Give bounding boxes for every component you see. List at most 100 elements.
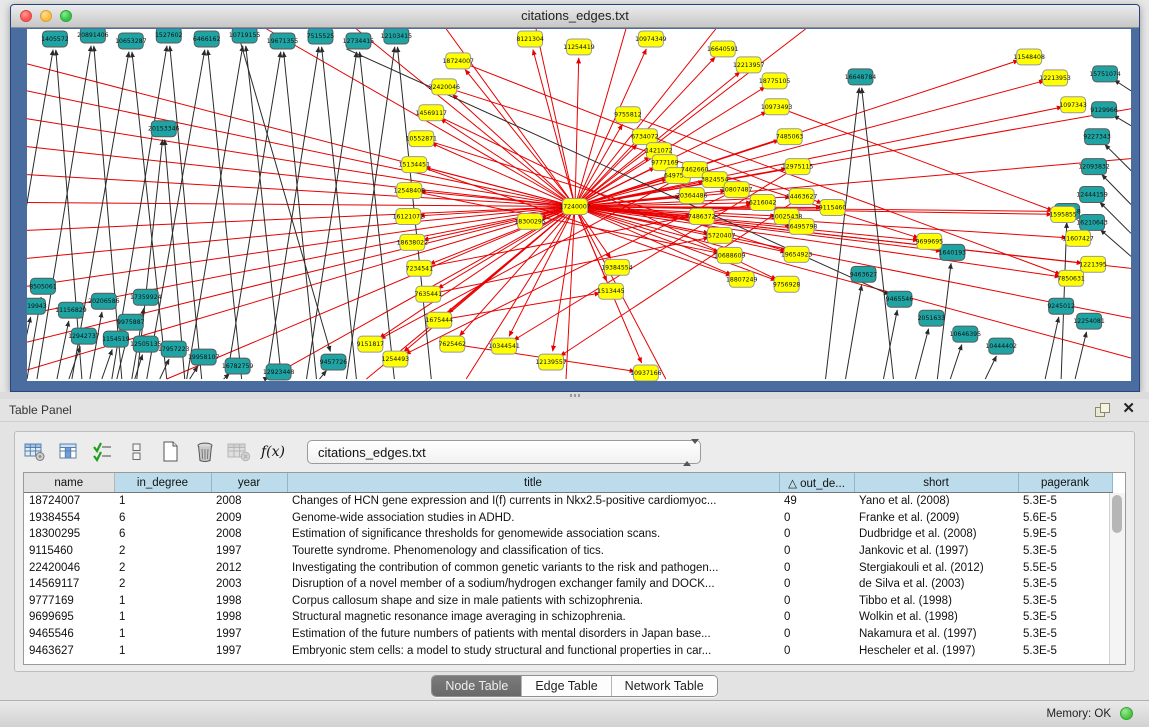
table-cell[interactable]: 2008 (211, 493, 287, 510)
graph-node[interactable]: 10974349 (635, 31, 667, 47)
table-cell[interactable]: 0 (779, 609, 854, 626)
graph-node[interactable]: 9129966 (1090, 102, 1118, 118)
table-cell[interactable]: 6 (114, 510, 211, 527)
graph-node[interactable]: 9465546 (886, 291, 914, 307)
float-panel-icon[interactable] (1095, 403, 1109, 416)
graph-node[interactable]: 7485063 (776, 129, 804, 145)
select-all-rows-icon[interactable] (91, 440, 115, 464)
table-cell[interactable]: 9777169 (24, 593, 114, 610)
table-cell[interactable]: Corpus callosum shape and size in male p… (287, 593, 779, 610)
graph-node[interactable]: 12093832 (1078, 159, 1110, 175)
graph-node[interactable]: 1154519 (102, 331, 130, 347)
tab-node-table[interactable]: Node Table (432, 676, 521, 696)
table-cell[interactable]: 1998 (211, 593, 287, 610)
graph-node[interactable]: 10688609 (714, 247, 746, 263)
graph-node[interactable]: 18775105 (759, 73, 791, 89)
table-cell[interactable]: 1 (114, 642, 211, 659)
table-cell[interactable]: Hescheler et al. (1997) (854, 642, 1018, 659)
memory-status-indicator[interactable] (1120, 707, 1133, 720)
graph-node[interactable]: 9699695 (916, 233, 944, 249)
table-cell[interactable]: Franke et al. (2009) (854, 510, 1018, 527)
graph-node[interactable]: 9457726 (320, 354, 348, 370)
graph-node[interactable]: 8505061 (29, 278, 57, 294)
table-cell[interactable]: 5.9E-5 (1018, 526, 1112, 543)
graph-node[interactable]: 9975887 (117, 314, 145, 330)
graph-node[interactable]: 15720407 (704, 227, 736, 243)
table-cell[interactable]: 5.3E-5 (1018, 576, 1112, 593)
graph-node[interactable]: 9463627 (850, 266, 878, 282)
graph-node[interactable]: 6466162 (193, 31, 221, 47)
graph-node[interactable]: 12213953 (1039, 70, 1071, 86)
table-cell[interactable]: 18724007 (24, 493, 114, 510)
graph-node[interactable]: 7515525 (307, 29, 335, 44)
table-cell[interactable]: 9465546 (24, 626, 114, 643)
table-cell[interactable]: 5.3E-5 (1018, 609, 1112, 626)
graph-node[interactable]: 12975115 (782, 159, 814, 175)
graph-node[interactable]: 9756928 (773, 276, 801, 292)
graph-node[interactable]: 1097343 (1059, 97, 1087, 113)
table-cell[interactable]: 5.3E-5 (1018, 493, 1112, 510)
graph-node[interactable]: 12139557 (535, 354, 567, 370)
table-cell[interactable]: 0 (779, 576, 854, 593)
close-panel-icon[interactable]: ✕ (1122, 401, 1135, 417)
table-cell[interactable]: 2012 (211, 559, 287, 576)
table-cell[interactable]: Dudbridge et al. (2008) (854, 526, 1018, 543)
table-cell[interactable]: Disruption of a novel member of a sodium… (287, 576, 779, 593)
graph-node[interactable]: 20364486 (676, 188, 708, 204)
graph-node[interactable]: 9227343 (1083, 129, 1111, 145)
graph-node[interactable]: 10973493 (761, 99, 793, 115)
table-cell[interactable]: 1 (114, 493, 211, 510)
graph-node[interactable]: 11548408 (1013, 49, 1045, 65)
graph-node[interactable]: 10444402 (986, 338, 1018, 354)
graph-node[interactable]: 1513445 (597, 283, 625, 299)
table-cell[interactable]: 0 (779, 526, 854, 543)
column-header-in_degree[interactable]: in_degree (114, 473, 211, 493)
table-cell[interactable]: 5.3E-5 (1018, 593, 1112, 610)
table-cell[interactable]: Stergiakouli et al. (2012) (854, 559, 1018, 576)
graph-node[interactable]: 18638022 (397, 234, 429, 250)
table-cell[interactable]: 5.5E-5 (1018, 559, 1112, 576)
table-cell[interactable]: de Silva et al. (2003) (854, 576, 1018, 593)
graph-node[interactable]: 7234541 (406, 260, 434, 276)
graph-node[interactable]: 12734415 (343, 33, 375, 49)
table-cell[interactable]: 0 (779, 642, 854, 659)
table-cell[interactable]: 0 (779, 559, 854, 576)
tab-edge-table[interactable]: Edge Table (521, 676, 610, 696)
graph-node[interactable]: 6216042 (749, 195, 777, 211)
column-header-out_de[interactable]: △ out_de... (779, 473, 854, 493)
table-cell[interactable]: 1 (114, 593, 211, 610)
table-cell[interactable]: Genome-wide association studies in ADHD. (287, 510, 779, 527)
table-cell[interactable]: 9115460 (24, 543, 114, 560)
graph-node[interactable]: 12254081 (1073, 313, 1105, 329)
table-cell[interactable]: 22420046 (24, 559, 114, 576)
table-select-combobox[interactable]: citations_edges.txt (307, 440, 701, 464)
table-row[interactable]: 1872400712008Changes of HCN gene express… (24, 493, 1112, 510)
graph-node[interactable]: 2051633 (918, 310, 946, 326)
column-header-pagerank[interactable]: pagerank (1018, 473, 1112, 493)
table-cell[interactable]: 2 (114, 576, 211, 593)
graph-node[interactable]: 16495798 (786, 218, 818, 234)
graph-node[interactable]: 7850631 (1057, 270, 1085, 286)
table-cell[interactable]: 9699695 (24, 609, 114, 626)
graph-node[interactable]: 19384554 (601, 259, 633, 275)
table-cell[interactable]: Changes of HCN gene expression and I(f) … (287, 493, 779, 510)
graph-node[interactable]: 12942737 (68, 328, 100, 344)
table-cell[interactable]: 2008 (211, 526, 287, 543)
graph-node[interactable]: 19671355 (267, 33, 299, 49)
graph-node[interactable]: 12103415 (381, 29, 413, 44)
table-row[interactable]: 2242004622012Investigating the contribut… (24, 559, 1112, 576)
graph-node[interactable]: 20153346 (148, 121, 180, 137)
graph-node[interactable]: 16782759 (222, 358, 254, 374)
table-cell[interactable]: 1997 (211, 626, 287, 643)
show-columns-icon[interactable] (57, 440, 81, 464)
import-table-icon[interactable] (227, 440, 251, 464)
new-table-icon[interactable] (159, 440, 183, 464)
table-cell[interactable]: Nakamura et al. (1997) (854, 626, 1018, 643)
table-cell[interactable]: 1997 (211, 543, 287, 560)
divider-grip-icon[interactable] (570, 394, 580, 397)
table-cell[interactable]: Estimation of the future numbers of pati… (287, 626, 779, 643)
graph-node[interactable]: 7486372 (688, 208, 716, 224)
table-cell[interactable]: 1998 (211, 609, 287, 626)
table-cell[interactable]: 5.3E-5 (1018, 642, 1112, 659)
graph-node[interactable]: 15134451 (399, 157, 431, 173)
